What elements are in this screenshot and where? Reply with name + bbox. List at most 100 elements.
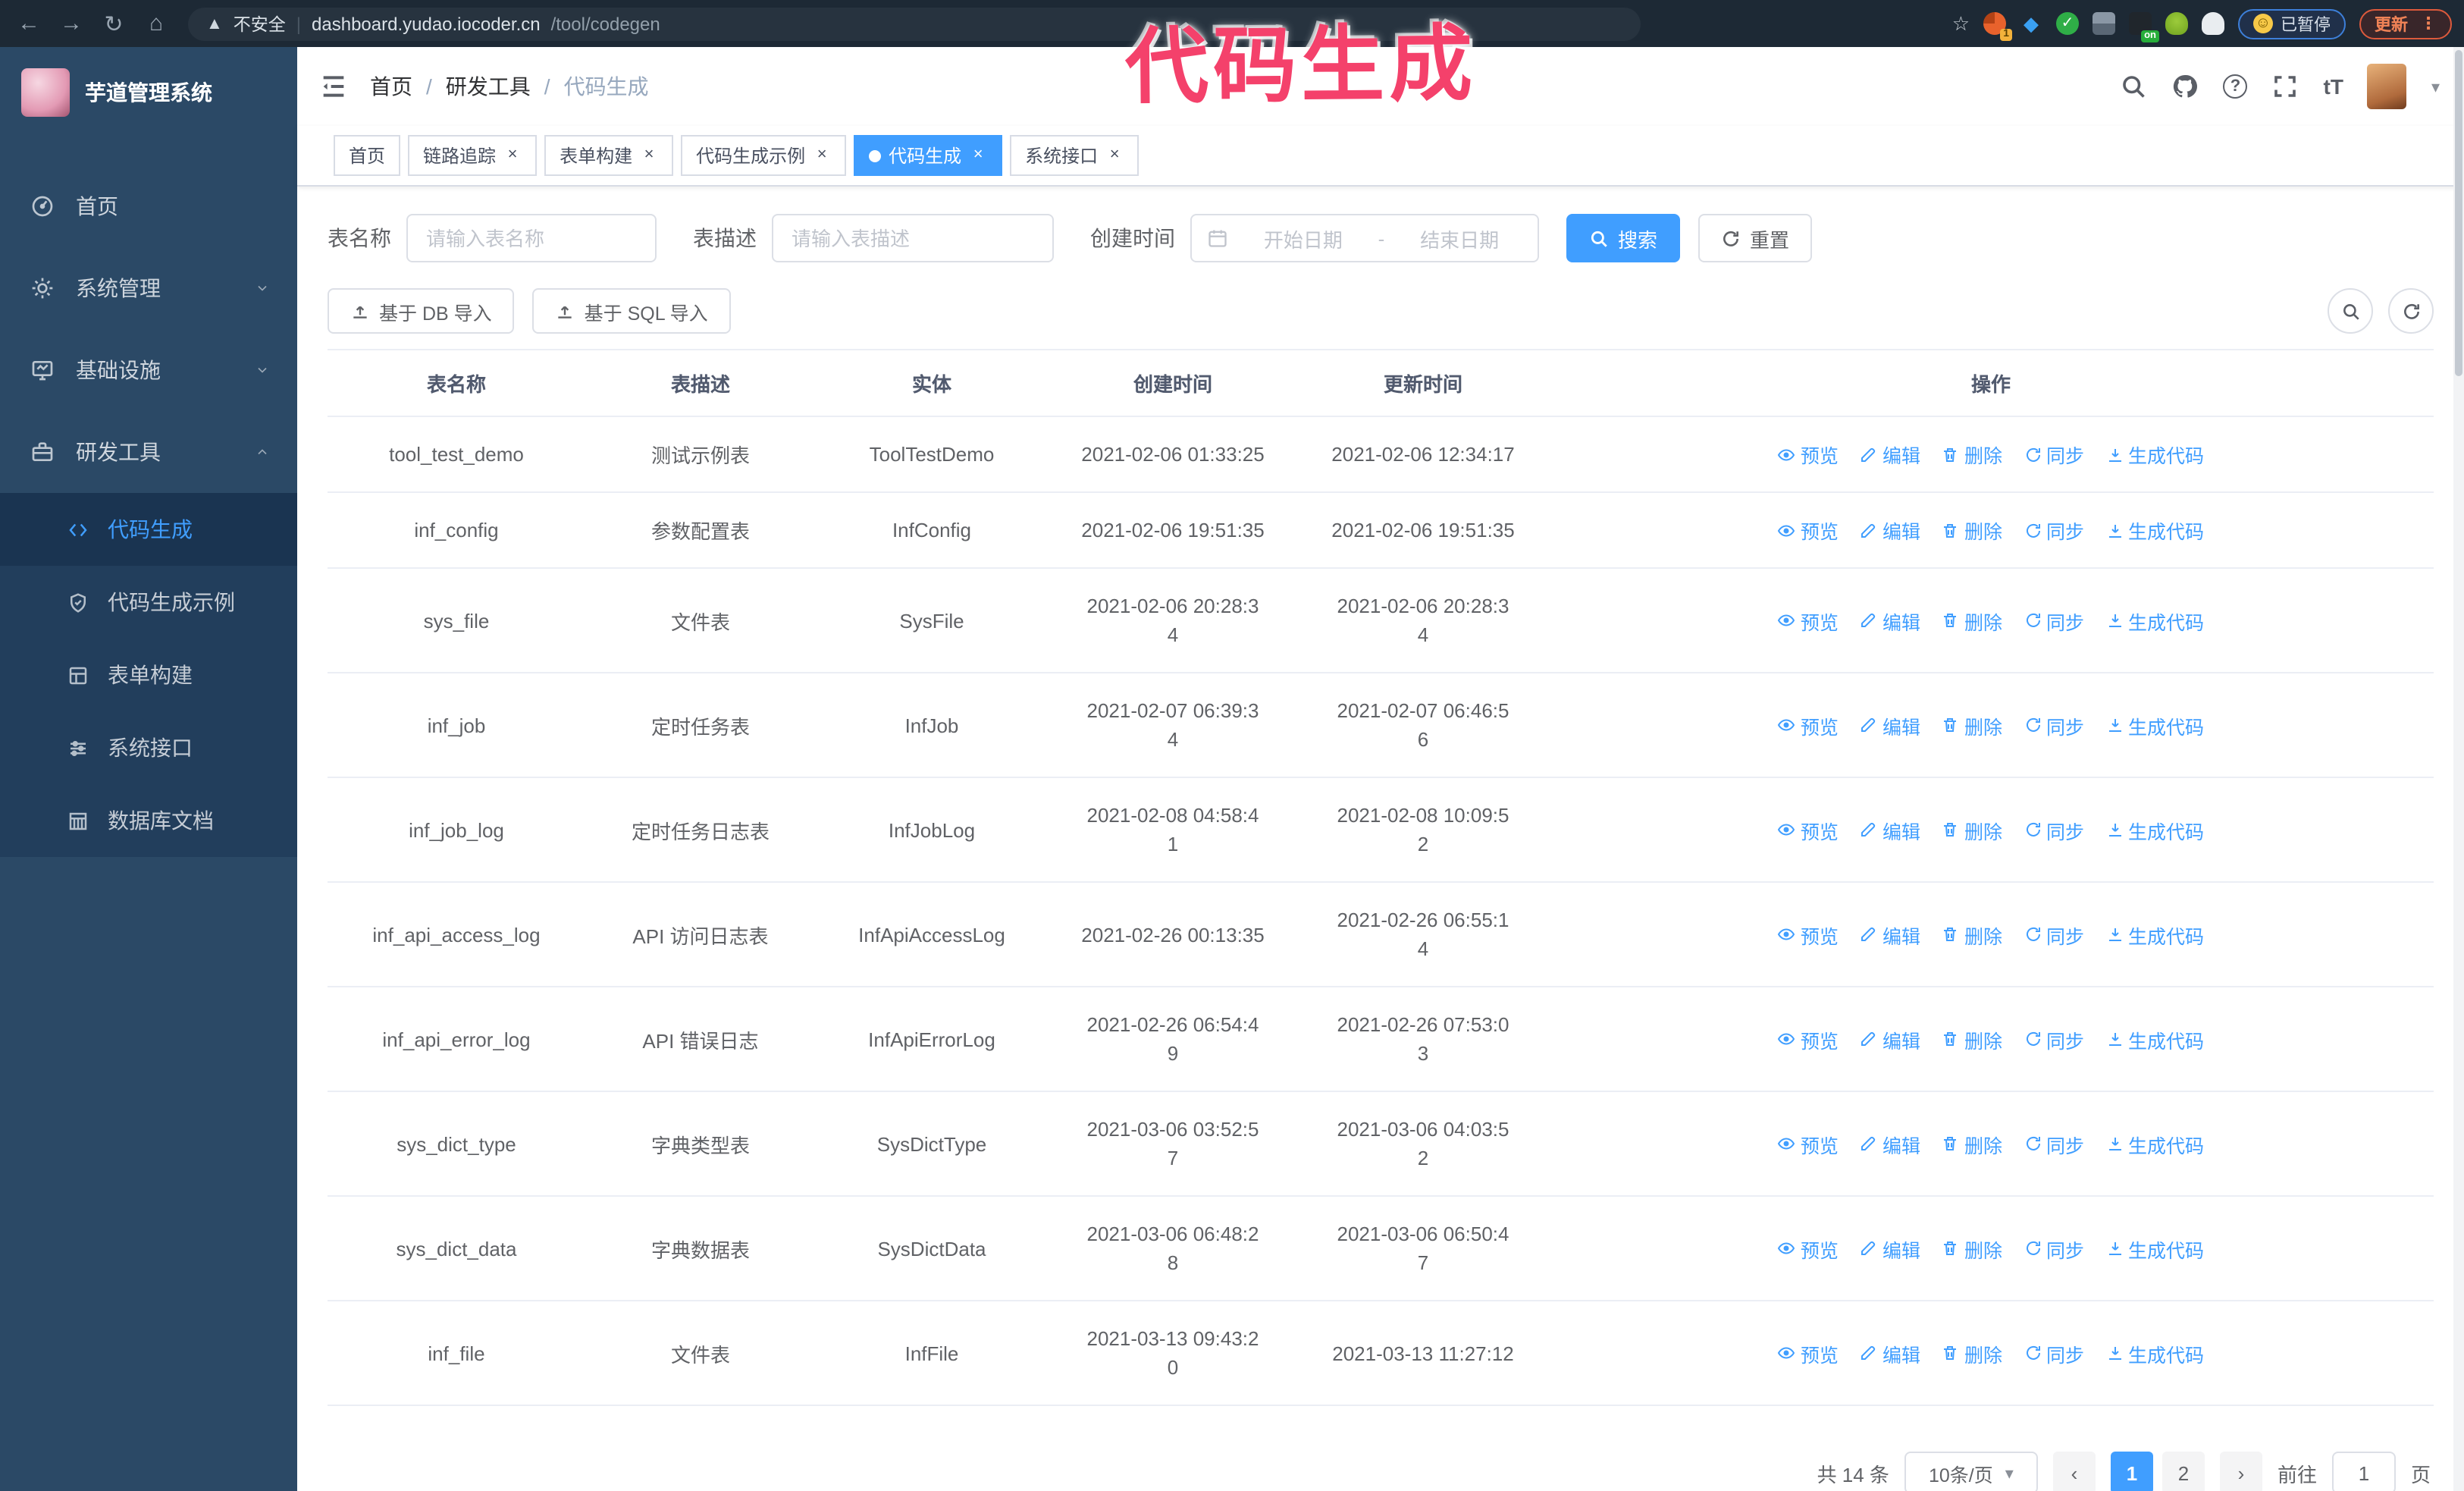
github-icon[interactable] <box>2172 73 2199 100</box>
delete-link[interactable]: 删除 <box>1942 606 2002 635</box>
browser-home-icon[interactable]: ⌂ <box>140 7 173 40</box>
tab-close-icon[interactable]: × <box>640 146 658 165</box>
reset-button[interactable]: 重置 <box>1698 214 1813 262</box>
delete-link[interactable]: 删除 <box>1942 516 2002 545</box>
sync-link[interactable]: 同步 <box>2024 606 2084 635</box>
delete-link[interactable]: 删除 <box>1942 1129 2002 1158</box>
sync-link[interactable]: 同步 <box>2024 1025 2084 1053</box>
search-icon[interactable] <box>2121 73 2148 100</box>
prev-page-button[interactable]: ‹ <box>2052 1452 2096 1491</box>
delete-link[interactable]: 删除 <box>1942 1234 2002 1263</box>
page-button-1[interactable]: 1 <box>2110 1452 2153 1491</box>
extension-icon-1[interactable]: 1 <box>1983 12 2012 41</box>
bookmark-star-icon[interactable]: ☆ <box>1952 11 1970 36</box>
page-size-select[interactable]: 10条/页 ▾ <box>1904 1452 2038 1491</box>
sync-link[interactable]: 同步 <box>2024 815 2084 844</box>
delete-link[interactable]: 删除 <box>1942 1339 2002 1367</box>
tab-表单构建[interactable]: 表单构建 × <box>544 135 674 176</box>
avatar-caret-icon[interactable]: ▾ <box>2431 77 2440 96</box>
sync-link[interactable]: 同步 <box>2024 711 2084 739</box>
page-button-2[interactable]: 2 <box>2161 1452 2205 1491</box>
generate-code-link[interactable]: 生成代码 <box>2105 1025 2204 1053</box>
browser-forward-icon[interactable]: → <box>55 7 88 40</box>
font-size-icon[interactable]: tT <box>2324 74 2343 99</box>
delete-link[interactable]: 删除 <box>1942 1025 2002 1053</box>
preview-link[interactable]: 预览 <box>1778 440 1839 469</box>
extension-dark-icon[interactable]: on <box>2129 12 2159 42</box>
tab-代码生成[interactable]: 代码生成 × <box>854 135 1003 176</box>
sql-import-button[interactable]: 基于 SQL 导入 <box>532 288 731 334</box>
search-button[interactable]: 搜索 <box>1566 214 1681 262</box>
tab-close-icon[interactable]: × <box>503 146 522 165</box>
preview-link[interactable]: 预览 <box>1778 1234 1839 1263</box>
sidebar-subitem-代码生成示例[interactable]: 代码生成示例 <box>0 566 297 639</box>
table-desc-input[interactable] <box>772 214 1054 262</box>
profile-paused-badge[interactable]: ☺ 已暂停 <box>2238 8 2346 39</box>
breadcrumb-item[interactable]: 首页 <box>370 71 412 102</box>
sidebar-item-首页[interactable]: 首页 <box>0 165 297 247</box>
generate-code-link[interactable]: 生成代码 <box>2105 1339 2204 1367</box>
db-import-button[interactable]: 基于 DB 导入 <box>328 288 515 334</box>
preview-link[interactable]: 预览 <box>1778 711 1839 739</box>
tab-链路追踪[interactable]: 链路追踪 × <box>408 135 538 176</box>
preview-link[interactable]: 预览 <box>1778 815 1839 844</box>
sync-link[interactable]: 同步 <box>2024 516 2084 545</box>
sidebar-item-基础设施[interactable]: 基础设施 <box>0 329 297 411</box>
sidebar-subitem-表单构建[interactable]: 表单构建 <box>0 639 297 711</box>
generate-code-link[interactable]: 生成代码 <box>2105 920 2204 949</box>
breadcrumb-item[interactable]: 代码生成 <box>564 71 649 102</box>
browser-reload-icon[interactable]: ↻ <box>97 7 130 40</box>
tab-系统接口[interactable]: 系统接口 × <box>1010 135 1140 176</box>
date-range-picker[interactable]: 开始日期 - 结束日期 <box>1190 214 1539 262</box>
edit-link[interactable]: 编辑 <box>1860 516 1920 545</box>
generate-code-link[interactable]: 生成代码 <box>2105 1129 2204 1158</box>
delete-link[interactable]: 删除 <box>1942 815 2002 844</box>
preview-link[interactable]: 预览 <box>1778 920 1839 949</box>
sync-link[interactable]: 同步 <box>2024 1339 2084 1367</box>
edit-link[interactable]: 编辑 <box>1860 815 1920 844</box>
preview-link[interactable]: 预览 <box>1778 516 1839 545</box>
generate-code-link[interactable]: 生成代码 <box>2105 440 2204 469</box>
delete-link[interactable]: 删除 <box>1942 711 2002 739</box>
delete-link[interactable]: 删除 <box>1942 920 2002 949</box>
sidebar-subitem-系统接口[interactable]: 系统接口 <box>0 711 297 784</box>
goto-page-input[interactable] <box>2331 1452 2396 1491</box>
generate-code-link[interactable]: 生成代码 <box>2105 815 2204 844</box>
extension-ghost-icon[interactable] <box>2202 12 2224 35</box>
window-scrollbar[interactable] <box>2453 47 2464 1491</box>
next-page-button[interactable]: › <box>2219 1452 2262 1491</box>
browser-menu-icon[interactable]: ⋮ <box>2420 14 2437 33</box>
generate-code-link[interactable]: 生成代码 <box>2105 1234 2204 1263</box>
extension-check-icon[interactable]: ✓ <box>2056 12 2079 35</box>
user-avatar[interactable] <box>2367 64 2407 109</box>
scrollbar-thumb[interactable] <box>2455 50 2462 376</box>
chrome-update-button[interactable]: 更新 ⋮ <box>2359 8 2452 39</box>
hamburger-icon[interactable] <box>318 71 349 102</box>
preview-link[interactable]: 预览 <box>1778 1339 1839 1367</box>
tab-close-icon[interactable]: × <box>813 146 831 165</box>
tab-close-icon[interactable]: × <box>1105 146 1124 165</box>
app-logo-row[interactable]: 芋道管理系统 <box>0 47 297 138</box>
edit-link[interactable]: 编辑 <box>1860 1025 1920 1053</box>
sync-link[interactable]: 同步 <box>2024 1129 2084 1158</box>
fullscreen-icon[interactable] <box>2272 73 2299 100</box>
edit-link[interactable]: 编辑 <box>1860 440 1920 469</box>
extension-android-icon[interactable] <box>2165 12 2188 35</box>
browser-back-icon[interactable]: ← <box>12 7 45 40</box>
sidebar-item-研发工具[interactable]: 研发工具 <box>0 411 297 493</box>
sidebar-subitem-数据库文档[interactable]: 数据库文档 <box>0 784 297 857</box>
table-name-input[interactable] <box>406 214 657 262</box>
edit-link[interactable]: 编辑 <box>1860 1234 1920 1263</box>
preview-link[interactable]: 预览 <box>1778 1129 1839 1158</box>
sync-link[interactable]: 同步 <box>2024 440 2084 469</box>
edit-link[interactable]: 编辑 <box>1860 920 1920 949</box>
generate-code-link[interactable]: 生成代码 <box>2105 516 2204 545</box>
sync-link[interactable]: 同步 <box>2024 920 2084 949</box>
breadcrumb-item[interactable]: 研发工具 <box>446 71 531 102</box>
tab-close-icon[interactable]: × <box>969 146 987 165</box>
sidebar-item-系统管理[interactable]: 系统管理 <box>0 247 297 329</box>
extension-gem-icon[interactable]: ◆ <box>2020 12 2042 35</box>
delete-link[interactable]: 删除 <box>1942 440 2002 469</box>
toggle-search-button[interactable] <box>2328 288 2373 334</box>
edit-link[interactable]: 编辑 <box>1860 1339 1920 1367</box>
